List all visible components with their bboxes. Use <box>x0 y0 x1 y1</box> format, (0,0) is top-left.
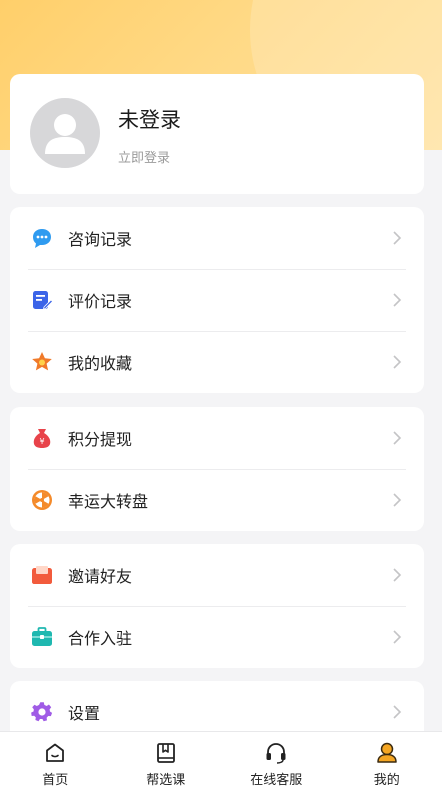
chevron-right-icon <box>392 630 402 644</box>
menu-item-points-withdraw[interactable]: ¥ 积分提现 <box>10 407 424 469</box>
chat-bubble-icon <box>30 226 54 250</box>
menu-item-consult-records[interactable]: 咨询记录 <box>10 207 424 269</box>
gear-icon <box>30 700 54 724</box>
menu-item-label: 设置 <box>68 700 392 724</box>
avatar[interactable] <box>30 98 100 168</box>
money-bag-icon: ¥ <box>30 426 54 450</box>
menu-item-label: 咨询记录 <box>68 226 392 250</box>
tab-home[interactable]: 首页 <box>0 732 111 793</box>
login-link[interactable]: 立即登录 <box>118 147 170 166</box>
menu-item-label: 评价记录 <box>68 288 392 312</box>
menu-item-label: 合作入驻 <box>68 625 392 649</box>
tab-label: 首页 <box>42 769 68 788</box>
chevron-right-icon <box>392 355 402 369</box>
chevron-right-icon <box>392 231 402 245</box>
star-icon <box>30 350 54 374</box>
menu-group-social: 邀请好友 合作入驻 <box>10 544 424 668</box>
envelope-icon <box>30 563 54 587</box>
book-icon <box>154 741 178 765</box>
menu-item-lucky-wheel[interactable]: 幸运大转盘 <box>10 469 424 531</box>
home-icon <box>43 741 67 765</box>
username: 未登录 <box>118 104 181 134</box>
chevron-right-icon <box>392 431 402 445</box>
profile-card[interactable]: 未登录 立即登录 <box>10 74 424 194</box>
tab-mine[interactable]: 我的 <box>332 732 442 793</box>
briefcase-icon <box>30 625 54 649</box>
headset-icon <box>264 741 288 765</box>
menu-item-label: 邀请好友 <box>68 563 392 587</box>
menu-item-label: 积分提现 <box>68 426 392 450</box>
menu-item-favorites[interactable]: 我的收藏 <box>10 331 424 393</box>
default-avatar-icon <box>30 98 100 168</box>
chevron-right-icon <box>392 493 402 507</box>
chevron-right-icon <box>392 568 402 582</box>
menu-group-records: 咨询记录 评价记录 我的收藏 <box>10 207 424 393</box>
tab-course-help[interactable]: 帮选课 <box>111 732 222 793</box>
menu-group-rewards: ¥ 积分提现 幸运大转盘 <box>10 407 424 531</box>
user-icon <box>375 741 399 765</box>
lucky-wheel-icon <box>30 488 54 512</box>
tab-online-service[interactable]: 在线客服 <box>221 732 332 793</box>
menu-item-partnership[interactable]: 合作入驻 <box>10 606 424 668</box>
chevron-right-icon <box>392 293 402 307</box>
svg-text:¥: ¥ <box>39 437 44 446</box>
tab-label: 在线客服 <box>250 769 302 788</box>
bottom-tab-bar: 首页 帮选课 在线客服 我的 <box>0 731 442 793</box>
tab-label: 帮选课 <box>146 769 185 788</box>
menu-item-invite-friends[interactable]: 邀请好友 <box>10 544 424 606</box>
menu-item-label: 我的收藏 <box>68 350 392 374</box>
chevron-right-icon <box>392 705 402 719</box>
review-note-icon <box>30 288 54 312</box>
menu-item-label: 幸运大转盘 <box>68 488 392 512</box>
tab-label: 我的 <box>374 769 400 788</box>
menu-item-review-records[interactable]: 评价记录 <box>10 269 424 331</box>
